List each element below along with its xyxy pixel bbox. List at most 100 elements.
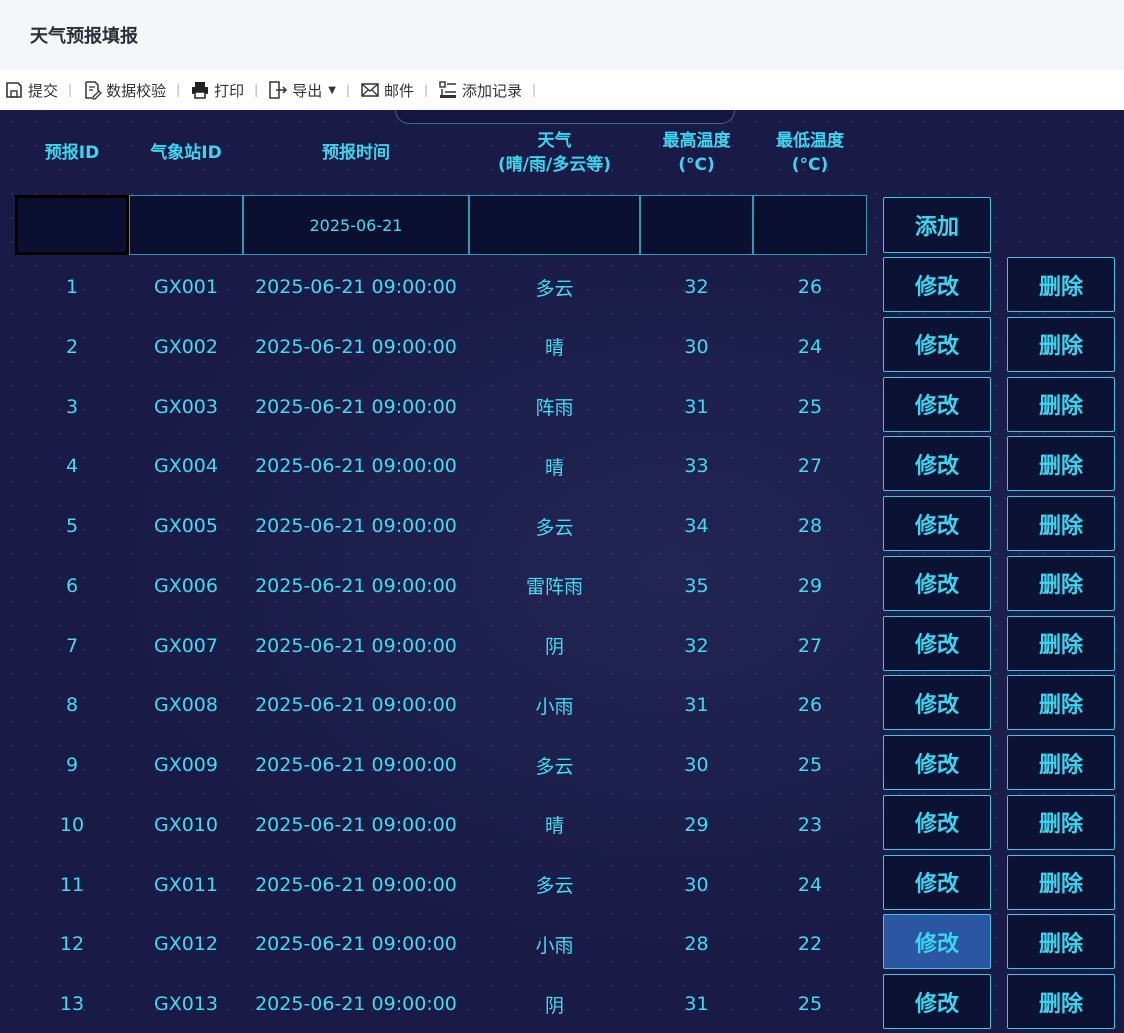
cell-forecast-id: 5 xyxy=(65,515,79,537)
forecast-time-input[interactable]: 2025-06-21 xyxy=(243,195,469,255)
edit-button[interactable]: 修改 xyxy=(883,257,991,312)
cell-station-id: GX007 xyxy=(153,634,218,657)
edit-button[interactable]: 修改 xyxy=(883,675,991,731)
decorative-notch xyxy=(395,110,735,124)
validate-button[interactable]: 数据校验 xyxy=(82,70,166,110)
cell-min-temp: 25 xyxy=(797,395,823,418)
cell-max-temp: 31 xyxy=(684,395,709,418)
cell-weather: 多云 xyxy=(535,755,574,778)
cell-min-temp: 27 xyxy=(797,634,823,657)
edit-button[interactable]: 修改 xyxy=(883,376,991,432)
cell-min-temp: 29 xyxy=(797,574,823,597)
forecast-id-input[interactable] xyxy=(15,195,129,255)
new-record-row: 2025-06-21 xyxy=(15,195,867,255)
cell-forecast-id: 11 xyxy=(59,873,85,896)
delete-button[interactable]: 删除 xyxy=(1007,675,1115,731)
toolbar-divider: | xyxy=(176,83,181,97)
validate-label: 数据校验 xyxy=(106,81,167,100)
delete-button[interactable]: 删除 xyxy=(1007,794,1115,850)
delete-button[interactable]: 删除 xyxy=(1007,436,1115,492)
cell-station-id: GX010 xyxy=(153,813,218,836)
cell-forecast-id: 3 xyxy=(65,395,79,418)
edit-button[interactable]: 修改 xyxy=(883,854,991,910)
header-sublabel: (晴/雨/多云等) xyxy=(498,155,611,175)
toolbar-divider: | xyxy=(345,83,350,97)
delete-button[interactable]: 删除 xyxy=(1007,496,1115,551)
table-row: 13 GX013 2025-06-21 09:00:00 阴 31 25 xyxy=(0,974,870,1033)
cell-min-temp: 26 xyxy=(797,694,823,717)
table-row: 12 GX012 2025-06-21 09:00:00 小雨 28 22 xyxy=(0,914,870,974)
title-bar: 天气预报填报 xyxy=(0,0,1124,70)
table-row: 8 GX008 2025-06-21 09:00:00 小雨 31 26 xyxy=(0,675,870,735)
cell-station-id: GX002 xyxy=(153,335,218,358)
cell-station-id: GX011 xyxy=(153,873,218,896)
edit-button[interactable]: 修改 xyxy=(883,555,991,611)
edit-button[interactable]: 修改 xyxy=(883,436,991,492)
print-button[interactable]: 打印 xyxy=(190,70,244,110)
header-label: 天气 xyxy=(537,131,572,151)
mail-icon xyxy=(361,83,379,97)
table-row: 3 GX003 2025-06-21 09:00:00 阵雨 31 25 xyxy=(0,377,870,437)
toolbar-divider: | xyxy=(532,83,537,97)
cell-station-id: GX008 xyxy=(153,694,218,717)
delete-button[interactable]: 删除 xyxy=(1007,854,1115,910)
edit-button[interactable]: 修改 xyxy=(883,615,991,671)
edit-document-icon xyxy=(85,81,102,100)
cell-forecast-time: 2025-06-21 09:00:00 xyxy=(255,455,457,478)
station-id-input[interactable] xyxy=(129,195,243,255)
cell-forecast-id: 4 xyxy=(65,455,79,478)
cell-weather: 小雨 xyxy=(535,934,574,957)
delete-button[interactable]: 删除 xyxy=(1007,316,1115,372)
print-label: 打印 xyxy=(214,81,245,100)
header-label: 最高温度 xyxy=(662,131,731,151)
cell-station-id: GX013 xyxy=(153,993,218,1015)
cell-forecast-time: 2025-06-21 09:00:00 xyxy=(255,634,457,657)
cell-weather: 阵雨 xyxy=(535,397,574,419)
cell-station-id: GX001 xyxy=(153,276,218,298)
cell-forecast-time: 2025-06-21 09:00:00 xyxy=(255,993,457,1015)
delete-button[interactable]: 删除 xyxy=(1007,615,1115,671)
cell-max-temp: 29 xyxy=(684,813,709,836)
data-board: 预报ID 气象站ID 预报时间 天气 (晴/雨/多云等) 最高温度 (°C) 最… xyxy=(0,110,1124,1033)
cell-min-temp: 27 xyxy=(797,455,823,478)
cell-station-id: GX012 xyxy=(153,933,218,956)
cell-forecast-time: 2025-06-21 09:00:00 xyxy=(255,276,457,298)
cell-min-temp: 24 xyxy=(797,873,823,896)
delete-button[interactable]: 删除 xyxy=(1007,974,1115,1029)
export-label: 导出 xyxy=(292,81,323,100)
cell-forecast-id: 7 xyxy=(65,634,79,657)
mail-button[interactable]: 邮件 xyxy=(360,70,414,110)
edit-button[interactable]: 修改 xyxy=(883,974,991,1029)
edit-button[interactable]: 修改 xyxy=(883,914,991,970)
add-record-button[interactable]: 添加记录 xyxy=(438,70,522,110)
delete-button[interactable]: 删除 xyxy=(1007,555,1115,611)
weather-input[interactable] xyxy=(469,195,640,255)
cell-max-temp: 30 xyxy=(684,873,709,896)
export-icon xyxy=(269,81,288,99)
max-temp-input[interactable] xyxy=(640,195,753,255)
delete-button[interactable]: 删除 xyxy=(1007,735,1115,790)
cell-forecast-time: 2025-06-21 09:00:00 xyxy=(255,335,457,358)
cell-forecast-time: 2025-06-21 09:00:00 xyxy=(255,694,457,717)
page-title: 天气预报填报 xyxy=(30,26,138,47)
cell-max-temp: 32 xyxy=(684,634,709,657)
cell-max-temp: 33 xyxy=(684,455,709,478)
header-station-id: 气象站ID xyxy=(129,128,243,178)
edit-button[interactable]: 修改 xyxy=(883,316,991,372)
add-record-icon xyxy=(439,81,457,98)
table-row: 4 GX004 2025-06-21 09:00:00 晴 33 27 xyxy=(0,436,870,496)
cell-forecast-id: 13 xyxy=(59,993,85,1015)
cell-max-temp: 31 xyxy=(684,993,709,1015)
export-button[interactable]: 导出 ▼ xyxy=(268,70,336,110)
delete-button[interactable]: 删除 xyxy=(1007,257,1115,312)
edit-button[interactable]: 修改 xyxy=(883,496,991,551)
min-temp-input[interactable] xyxy=(753,195,867,255)
edit-button[interactable]: 修改 xyxy=(883,735,991,790)
submit-button[interactable]: 提交 xyxy=(4,70,58,110)
add-button[interactable]: 添加 xyxy=(883,197,991,253)
edit-button[interactable]: 修改 xyxy=(883,794,991,850)
delete-button[interactable]: 删除 xyxy=(1007,376,1115,432)
delete-button[interactable]: 删除 xyxy=(1007,914,1115,970)
toolbar-divider: | xyxy=(423,83,429,97)
header-label: 气象站ID xyxy=(150,143,222,163)
